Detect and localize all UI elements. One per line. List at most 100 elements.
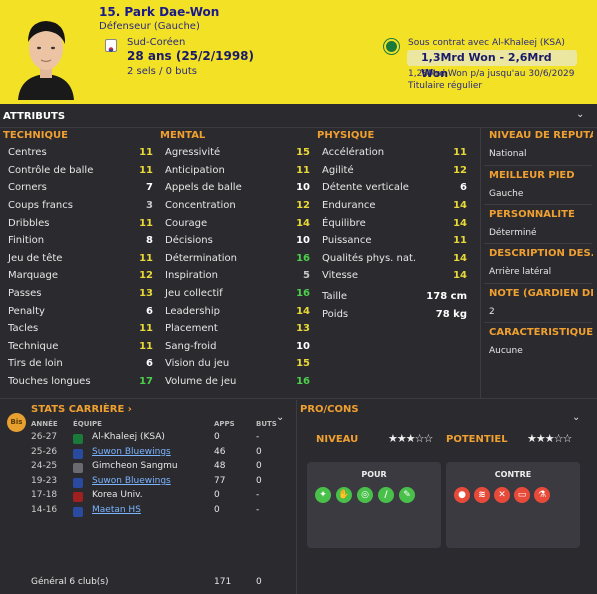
pro-trait-icon[interactable]: ✎ bbox=[399, 487, 415, 503]
attribute-row[interactable]: Touches longues 17 bbox=[8, 373, 153, 391]
attribute-row[interactable]: Courage 14 bbox=[165, 214, 310, 232]
con-trait-icon[interactable]: ▭ bbox=[514, 487, 530, 503]
goals-header: BUTS bbox=[256, 420, 277, 428]
table-row[interactable]: 17-18 Korea Univ. 0 - bbox=[0, 490, 295, 505]
career-club[interactable]: Suwon Bluewings bbox=[92, 476, 171, 486]
info-title: NOTE (GARDIEN DE... bbox=[489, 288, 593, 299]
player-caps: 2 sels / 0 buts bbox=[127, 66, 197, 77]
technique-title: TECHNIQUE bbox=[3, 130, 68, 141]
attribute-name: Équilibre bbox=[322, 217, 366, 229]
attribute-row[interactable]: Tacles 11 bbox=[8, 320, 153, 338]
chevron-down-icon[interactable]: ⌄ bbox=[276, 412, 284, 423]
attribute-row[interactable]: Centres 11 bbox=[8, 144, 153, 162]
attribute-row[interactable]: Qualités phys. nat. 14 bbox=[322, 250, 467, 268]
attribute-row[interactable]: Vision du jeu 15 bbox=[165, 355, 310, 373]
attribute-row[interactable]: Volume de jeu 16 bbox=[165, 373, 310, 391]
attribute-row[interactable]: Finition 8 bbox=[8, 232, 153, 250]
pro-trait-icon[interactable]: ✦ bbox=[315, 487, 331, 503]
attribute-row[interactable]: Dribbles 11 bbox=[8, 214, 153, 232]
player-position: Défenseur (Gauche) bbox=[99, 21, 200, 32]
attribute-row[interactable]: Jeu collectif 16 bbox=[165, 285, 310, 303]
attribute-name: Détermination bbox=[165, 252, 238, 264]
pro-trait-icon[interactable]: ∕ bbox=[378, 487, 394, 503]
attribute-row[interactable]: Agilité 12 bbox=[322, 162, 467, 180]
attribute-name: Tacles bbox=[8, 323, 39, 335]
pro-trait-icon[interactable]: ◎ bbox=[357, 487, 373, 503]
attribute-row[interactable]: Puissance 11 bbox=[322, 232, 467, 250]
attribute-row[interactable]: Anticipation 11 bbox=[165, 162, 310, 180]
attribute-row[interactable]: Tirs de loin 6 bbox=[8, 355, 153, 373]
con-trait-icon[interactable]: ≋ bbox=[474, 487, 490, 503]
con-trait-icon[interactable]: ✕ bbox=[494, 487, 510, 503]
attribute-row[interactable]: Équilibre 14 bbox=[322, 214, 467, 232]
attribute-row[interactable]: Détente verticale 6 bbox=[322, 179, 467, 197]
attribute-row[interactable]: Endurance 14 bbox=[322, 197, 467, 215]
career-club[interactable]: Maetan HS bbox=[92, 505, 141, 515]
career-year: 26-27 bbox=[31, 432, 58, 442]
chevron-down-icon[interactable]: ⌄ bbox=[576, 109, 584, 120]
con-trait-icon[interactable]: ⚗ bbox=[534, 487, 550, 503]
attribute-name: Volume de jeu bbox=[165, 376, 237, 388]
attribute-value: 14 bbox=[453, 252, 467, 264]
pro-trait-icon[interactable]: ✋ bbox=[336, 487, 352, 503]
career-year: 24-25 bbox=[31, 461, 58, 472]
contract-text[interactable]: Sous contrat avec Al-Khaleej (KSA) bbox=[408, 38, 565, 48]
attribute-row[interactable]: Technique 11 bbox=[8, 338, 153, 356]
player-nationality: Sud-Coréen bbox=[127, 37, 186, 48]
con-trait-icon[interactable]: ● bbox=[454, 487, 470, 503]
attribute-row[interactable]: Sang-froid 10 bbox=[165, 338, 310, 356]
attribute-row[interactable]: Leadership 14 bbox=[165, 302, 310, 320]
table-row[interactable]: 19-23 Suwon Bluewings 77 0 bbox=[0, 476, 295, 491]
player-photo bbox=[10, 4, 82, 100]
attribute-row[interactable]: Passes 13 bbox=[8, 285, 153, 303]
attribute-value: 10 bbox=[296, 340, 310, 352]
team-header: ÉQUIPE bbox=[73, 420, 102, 428]
divider bbox=[484, 322, 592, 323]
chevron-down-icon[interactable]: ⌄ bbox=[572, 412, 580, 423]
attribute-row[interactable]: Penalty 6 bbox=[8, 302, 153, 320]
attribute-row[interactable]: Marquage 12 bbox=[8, 267, 153, 285]
attribute-row[interactable]: Détermination 16 bbox=[165, 250, 310, 268]
attribute-row[interactable]: Coups francs 3 bbox=[8, 197, 153, 215]
table-row[interactable]: 26-27 Al-Khaleej (KSA) 0 - bbox=[0, 432, 295, 447]
club-crest-icon[interactable] bbox=[384, 39, 399, 54]
club-crest-icon bbox=[73, 477, 83, 488]
attribute-row[interactable]: Placement 13 bbox=[165, 320, 310, 338]
info-title: CARACTÉRISTIQUES J bbox=[489, 327, 593, 338]
attribute-row[interactable]: Concentration 12 bbox=[165, 197, 310, 215]
attribute-row[interactable]: Contrôle de balle 11 bbox=[8, 162, 153, 180]
info-title: NIVEAU DE RÉPUTA... bbox=[489, 130, 593, 141]
attribute-row[interactable]: Vitesse 14 bbox=[322, 267, 467, 285]
attribute-value: 16 bbox=[296, 376, 310, 388]
attribute-row[interactable]: Jeu de tête 11 bbox=[8, 250, 153, 268]
career-stats-link[interactable]: STATS CARRIÈRE › bbox=[31, 404, 132, 415]
squad-status: Titulaire régulier bbox=[408, 81, 483, 91]
table-row[interactable]: 24-25 Gimcheon Sangmu 48 0 bbox=[0, 461, 295, 476]
attribute-value: 13 bbox=[139, 288, 153, 300]
attribute-row[interactable]: Décisions 10 bbox=[165, 232, 310, 250]
attribute-name: Détente verticale bbox=[322, 182, 409, 194]
attribute-name: Agilité bbox=[322, 164, 354, 176]
weight-label: Poids bbox=[322, 308, 349, 320]
attribute-value: 11 bbox=[139, 323, 153, 335]
attribute-value: 14 bbox=[453, 200, 467, 212]
info-value: National bbox=[489, 149, 527, 159]
career-club[interactable]: Suwon Bluewings bbox=[92, 447, 171, 457]
korea-flag-icon bbox=[105, 39, 117, 52]
table-row[interactable]: 25-26 Suwon Bluewings 46 0 bbox=[0, 447, 295, 462]
attributes-header[interactable]: ATTRIBUTS ⌄ bbox=[0, 104, 597, 128]
attribute-name: Agressivité bbox=[165, 147, 221, 159]
attribute-name: Technique bbox=[8, 340, 59, 352]
attribute-value: 17 bbox=[139, 376, 153, 388]
attribute-row[interactable]: Accélération 11 bbox=[322, 144, 467, 162]
attribute-value: 14 bbox=[296, 217, 310, 229]
attribute-row[interactable]: Appels de balle 10 bbox=[165, 179, 310, 197]
attribute-row[interactable]: Corners 7 bbox=[8, 179, 153, 197]
attribute-row[interactable]: Agressivité 15 bbox=[165, 144, 310, 162]
table-row[interactable]: 14-16 Maetan HS 0 - bbox=[0, 505, 295, 520]
potential-stars: ★★★☆☆ bbox=[527, 432, 572, 445]
attribute-value: 15 bbox=[296, 147, 310, 159]
attribute-row[interactable]: Inspiration 5 bbox=[165, 267, 310, 285]
club-crest-icon bbox=[73, 492, 83, 503]
attribute-value: 12 bbox=[139, 270, 153, 282]
